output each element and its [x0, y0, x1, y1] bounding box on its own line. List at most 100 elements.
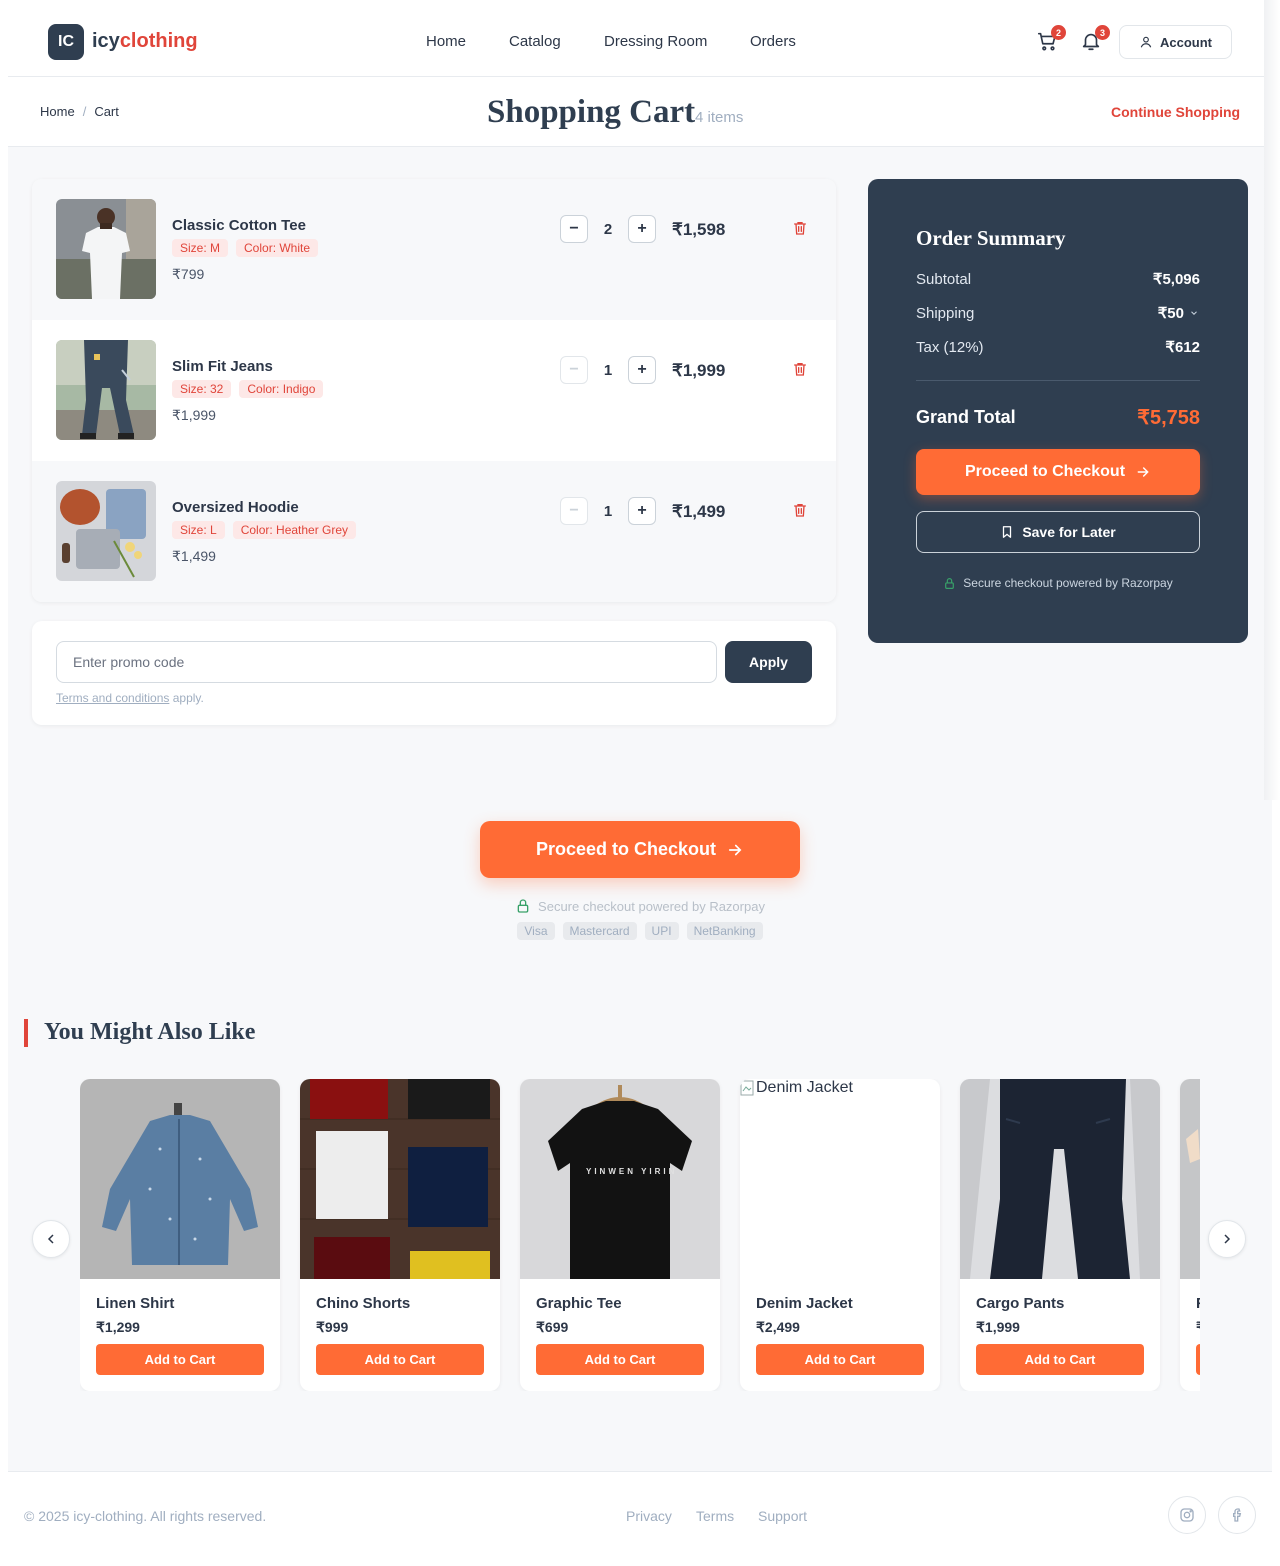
account-button[interactable]: Account: [1119, 25, 1232, 59]
trash-icon[interactable]: [792, 360, 808, 378]
product-price: ₹: [1196, 1319, 1200, 1336]
add-to-cart-button[interactable]: Add to Cart: [536, 1344, 704, 1375]
product-name[interactable]: Slim Fit Jeans: [172, 358, 273, 375]
line-total: ₹1,499: [672, 502, 726, 521]
product-card[interactable]: Cargo Pants ₹1,999 Add to Cart: [960, 1079, 1160, 1391]
account-label: Account: [1160, 34, 1212, 50]
nav-catalog[interactable]: Catalog: [509, 33, 561, 50]
proceed-to-checkout-button[interactable]: Proceed to Checkout: [916, 449, 1200, 495]
main-checkout-label: Proceed to Checkout: [535, 839, 717, 859]
color-tag: Color: Heather Grey: [232, 521, 357, 539]
broken-image-icon: [740, 1080, 754, 1096]
product-name[interactable]: Oversized Hoodie: [172, 499, 299, 516]
increase-qty-button[interactable]: +: [628, 497, 656, 525]
image-alt-text: Denim Jacket: [756, 1079, 853, 1096]
add-to-cart-button[interactable]: Add to Cart: [976, 1344, 1144, 1375]
cart-item: Classic Cotton Tee Size: M Color: White ₹…: [32, 179, 836, 320]
line-total: ₹1,999: [672, 361, 726, 380]
nav-dressing-room[interactable]: Dressing Room: [604, 33, 707, 50]
unit-price: ₹1,499: [172, 548, 216, 564]
product-card[interactable]: Chino Shorts ₹999 Add to Cart: [300, 1079, 500, 1391]
product-image: [960, 1079, 1160, 1279]
logo-wordmark[interactable]: icyclothing: [92, 30, 198, 53]
save-later-label: Save for Later: [1022, 524, 1116, 540]
add-to-cart-button[interactable]: Add to Cart: [316, 1344, 484, 1375]
product-image: Denim Jacket: [740, 1079, 940, 1279]
lock-icon: [945, 577, 955, 589]
payment-netbanking: NetBanking: [686, 922, 763, 940]
terms-link[interactable]: Terms and conditions: [56, 691, 169, 705]
decrease-qty-button[interactable]: −: [560, 356, 588, 384]
decrease-qty-button[interactable]: −: [560, 497, 588, 525]
tee-print-text: YINWEN YIRIN: [586, 1167, 678, 1176]
chevron-left-icon: [47, 1234, 54, 1244]
nav-orders[interactable]: Orders: [750, 33, 796, 50]
decrease-qty-button[interactable]: −: [560, 215, 588, 243]
product-name: Cargo Pants: [976, 1295, 1065, 1312]
line-total: ₹1,598: [672, 220, 726, 239]
add-to-cart-button[interactable]: Add to Cart: [96, 1344, 264, 1375]
product-image: [56, 481, 156, 581]
lock-icon: [517, 899, 529, 913]
footer: © 2025 icy-clothing. All rights reserved…: [8, 1471, 1272, 1566]
quantity-value: 1: [603, 503, 613, 520]
trash-icon[interactable]: [792, 501, 808, 519]
recommendations-title: You Might Also Like: [44, 1019, 256, 1045]
secure-text: Secure checkout powered by Razorpay: [538, 898, 765, 914]
footer-link-terms[interactable]: Terms: [696, 1508, 734, 1524]
trash-icon[interactable]: [792, 219, 808, 237]
logo-badge[interactable]: IC: [48, 24, 84, 60]
page: IC icyclothing Home Catalog Dressing Roo…: [8, 0, 1272, 1566]
footer-link-privacy[interactable]: Privacy: [626, 1508, 672, 1524]
main-checkout-button[interactable]: Proceed to Checkout: [480, 821, 800, 878]
summary-divider: [916, 380, 1200, 381]
nav-home[interactable]: Home: [426, 33, 466, 50]
add-to-cart-button[interactable]: Add to Cart: [1196, 1344, 1200, 1375]
product-card[interactable]: Linen Shirt ₹1,299 Add to Cart: [80, 1079, 280, 1391]
notifications-button[interactable]: 3: [1080, 25, 1110, 52]
promo-code-panel: Apply Terms and conditions apply.: [32, 621, 836, 725]
promo-code-input[interactable]: [56, 641, 717, 683]
increase-qty-button[interactable]: +: [628, 356, 656, 384]
tax-value: ₹612: [1165, 339, 1200, 356]
chevron-down-icon[interactable]: [1189, 308, 1199, 318]
instagram-icon: [1180, 1508, 1194, 1522]
size-tag: Size: L: [172, 521, 225, 539]
instagram-button[interactable]: [1168, 1496, 1206, 1534]
scroll-edge-shadow: [1264, 0, 1280, 800]
apply-promo-button[interactable]: Apply: [725, 641, 812, 683]
increase-qty-button[interactable]: +: [628, 215, 656, 243]
footer-link-support[interactable]: Support: [758, 1508, 807, 1524]
size-tag: Size: 32: [172, 380, 232, 398]
quantity-value: 2: [603, 221, 613, 238]
facebook-icon: [1233, 1508, 1242, 1522]
continue-shopping-link[interactable]: Continue Shopping: [1111, 104, 1240, 120]
facebook-button[interactable]: [1218, 1496, 1256, 1534]
terms-suffix: apply.: [169, 691, 204, 705]
product-card[interactable]: Denim Jacket Denim Jacket ₹2,499 Add to …: [740, 1079, 940, 1391]
secure-text: Secure checkout powered by Razorpay: [963, 576, 1173, 590]
logo-part-2: clothing: [119, 30, 198, 52]
add-to-cart-button[interactable]: Add to Cart: [756, 1344, 924, 1375]
copyright: © 2025 icy-clothing. All rights reserved…: [24, 1508, 267, 1524]
carousel-next-button[interactable]: [1208, 1220, 1246, 1258]
cart-button[interactable]: 2: [1036, 25, 1066, 52]
product-price: ₹999: [316, 1319, 349, 1335]
product-image: [56, 199, 156, 299]
product-name: F: [1196, 1295, 1200, 1312]
size-tag: Size: M: [172, 239, 229, 257]
save-for-later-button[interactable]: Save for Later: [916, 511, 1200, 553]
carousel-prev-button[interactable]: [32, 1220, 70, 1258]
product-card[interactable]: F ₹ Add to Cart: [1180, 1079, 1200, 1391]
color-tag: Color: White: [236, 239, 319, 257]
item-count: 4 items: [695, 109, 744, 126]
unit-price: ₹799: [172, 266, 205, 282]
product-name: Graphic Tee: [536, 1295, 622, 1312]
product-name[interactable]: Classic Cotton Tee: [172, 217, 306, 234]
breadcrumb-home[interactable]: Home: [40, 104, 75, 119]
bookmark-icon: [1003, 526, 1012, 538]
section-accent-bar: [24, 1019, 28, 1047]
payment-upi: UPI: [644, 922, 679, 940]
product-card[interactable]: YINWEN YIRIN Graphic Tee ₹699 Add to Car…: [520, 1079, 720, 1391]
shipping-label: Shipping: [916, 305, 975, 322]
